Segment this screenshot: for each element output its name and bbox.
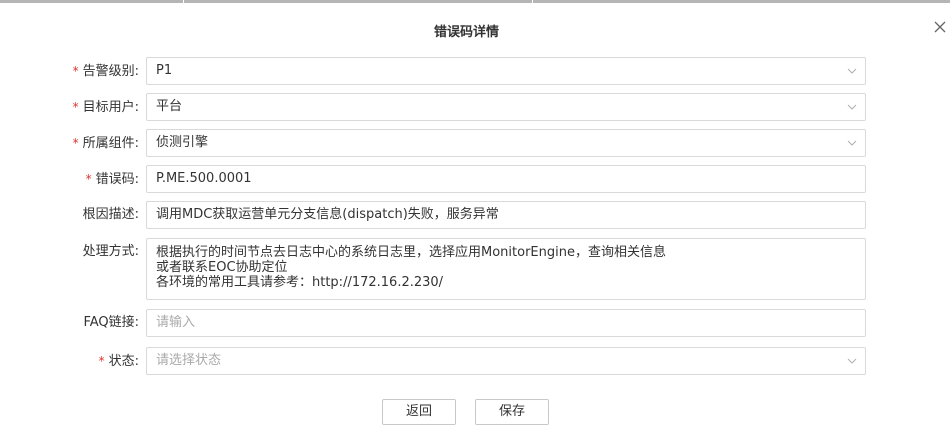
faq-link-label: FAQ链接:	[83, 315, 139, 330]
handling-text: 根据执行的时间节点去日志中心的系统日志里，选择应用MonitorEngine，查…	[156, 245, 666, 290]
faq-link-input[interactable]: 请输入	[146, 309, 866, 337]
chevron-down-icon	[847, 68, 857, 74]
component-label: * 所属组件:	[72, 136, 139, 151]
status-placeholder: 请选择状态	[156, 353, 222, 368]
status-label: * 状态:	[98, 354, 139, 369]
alarm-level-select[interactable]: P1	[146, 57, 866, 85]
handling-textarea[interactable]: 根据执行的时间节点去日志中心的系统日志里，选择应用MonitorEngine，查…	[146, 238, 866, 300]
back-button[interactable]: 返回	[382, 399, 456, 425]
target-user-label: * 目标用户:	[72, 100, 139, 115]
dialog-title: 错误码详情	[433, 25, 499, 40]
save-button[interactable]: 保存	[475, 399, 549, 425]
handling-line: 根据执行的时间节点去日志中心的系统日志里，选择应用MonitorEngine，查…	[156, 245, 666, 260]
root-cause-label: 根因描述:	[82, 207, 139, 222]
handling-line: 或者联系EOC协助定位	[156, 260, 288, 275]
alarm-level-label: * 告警级别:	[72, 64, 139, 79]
required-mark: *	[72, 100, 79, 114]
target-user-select[interactable]: 平台	[146, 93, 866, 121]
component-select[interactable]: 侦测引擎	[146, 129, 866, 157]
alarm-level-value: P1	[156, 63, 173, 78]
component-value: 侦测引擎	[156, 135, 209, 150]
error-code-value: P.ME.500.0001	[156, 171, 252, 186]
required-mark: *	[72, 64, 79, 78]
chevron-down-icon	[847, 358, 857, 364]
required-mark: *	[85, 172, 92, 186]
root-cause-input[interactable]: 调用MDC获取运营单元分支信息(dispatch)失败，服务异常	[146, 201, 866, 229]
close-icon[interactable]	[933, 20, 947, 34]
required-mark: *	[72, 136, 79, 150]
target-user-value: 平台	[156, 99, 183, 114]
top-border	[0, 0, 950, 3]
chevron-down-icon	[847, 104, 857, 110]
faq-link-placeholder: 请输入	[156, 315, 196, 330]
error-code-input[interactable]: P.ME.500.0001	[146, 165, 866, 193]
chevron-down-icon	[847, 140, 857, 146]
error-code-label: * 错误码:	[85, 172, 139, 187]
root-cause-value: 调用MDC获取运营单元分支信息(dispatch)失败，服务异常	[156, 207, 499, 222]
handling-line: 各环境的常用工具请参考：http://172.16.2.230/	[156, 275, 444, 290]
status-select[interactable]: 请选择状态	[146, 347, 866, 375]
required-mark: *	[98, 354, 105, 368]
handling-label: 处理方式:	[82, 244, 139, 259]
